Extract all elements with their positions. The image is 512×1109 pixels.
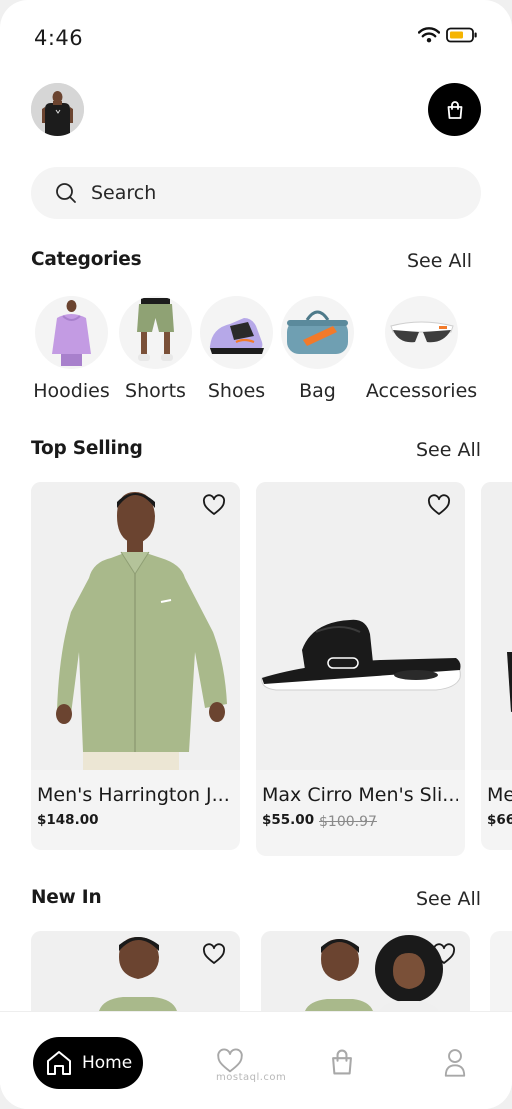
top-selling-title: Top Selling xyxy=(31,438,143,459)
category-hoodies[interactable]: Hoodies xyxy=(33,296,110,402)
wifi-icon xyxy=(418,27,440,43)
bag-icon xyxy=(447,100,462,119)
category-accessories[interactable]: Accessories xyxy=(366,296,477,402)
product-name: Max Cirro Men's Sli... xyxy=(262,784,458,806)
categories-see-all-link[interactable]: See All xyxy=(407,250,472,272)
category-bag[interactable]: Bag xyxy=(281,296,354,402)
product-image xyxy=(481,482,512,770)
category-hoodies-label: Hoodies xyxy=(33,380,110,402)
new-in-see-all-link[interactable]: See All xyxy=(416,888,481,910)
category-accessories-image xyxy=(385,296,458,369)
category-bag-label: Bag xyxy=(299,380,336,402)
search-icon xyxy=(56,183,76,203)
category-shorts-label: Shorts xyxy=(125,380,186,402)
product-name: Me xyxy=(487,784,512,806)
cart-button[interactable] xyxy=(428,83,481,136)
battery-icon xyxy=(446,27,477,43)
category-hoodies-image xyxy=(35,296,108,369)
product-card[interactable]: Me $66 xyxy=(481,482,512,850)
app-screen: 4:46 Search Categories See All Hoodies S… xyxy=(0,0,512,1109)
bag-icon[interactable] xyxy=(329,1048,355,1076)
heart-icon[interactable] xyxy=(202,943,226,967)
search-input[interactable] xyxy=(91,182,431,204)
avatar[interactable] xyxy=(31,83,84,136)
product-image xyxy=(256,482,465,770)
bottom-nav: Home mostaql.com xyxy=(0,1011,512,1109)
category-shoes-image xyxy=(200,296,273,369)
status-bar: 4:46 xyxy=(0,0,512,70)
product-price: $55.00 xyxy=(262,812,315,828)
heart-icon[interactable] xyxy=(427,494,451,518)
heart-icon[interactable] xyxy=(202,494,226,518)
heart-icon[interactable] xyxy=(432,943,456,967)
category-bag-image xyxy=(281,296,354,369)
top-selling-see-all-link[interactable]: See All xyxy=(416,439,481,461)
category-shoes[interactable]: Shoes xyxy=(200,296,273,402)
product-price: $66 xyxy=(487,812,512,828)
product-price: $148.00 xyxy=(37,812,99,828)
category-shoes-label: Shoes xyxy=(207,380,266,402)
product-image xyxy=(31,482,240,770)
search-bar[interactable] xyxy=(31,167,481,219)
product-card[interactable]: Men's Harrington J... $148.00 xyxy=(31,482,240,850)
nav-home-label: Home xyxy=(82,1053,133,1073)
watermark: mostaql.com xyxy=(216,1072,287,1083)
category-shorts[interactable]: Shorts xyxy=(119,296,192,402)
status-time: 4:46 xyxy=(34,26,84,50)
product-name: Men's Harrington J... xyxy=(37,784,230,806)
home-icon xyxy=(47,1051,71,1075)
user-icon[interactable] xyxy=(443,1048,467,1078)
categories-title: Categories xyxy=(31,249,142,270)
new-in-title: New In xyxy=(31,887,102,908)
category-shorts-image xyxy=(119,296,192,369)
nav-home-button[interactable]: Home xyxy=(33,1037,143,1089)
product-card[interactable]: Max Cirro Men's Sli... $55.00 $100.97 xyxy=(256,482,465,856)
product-old-price: $100.97 xyxy=(319,814,377,830)
category-accessories-label: Accessories xyxy=(365,380,478,402)
